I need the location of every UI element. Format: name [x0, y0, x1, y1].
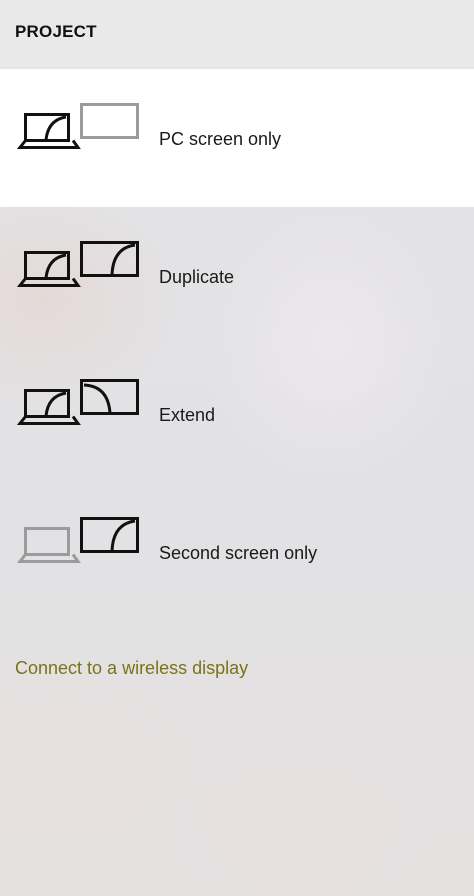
option-second-screen-only[interactable]: Second screen only: [0, 483, 474, 621]
option-pc-screen-only[interactable]: PC screen only: [0, 69, 474, 207]
option-duplicate[interactable]: Duplicate: [0, 207, 474, 345]
panel-header: PROJECT: [0, 0, 474, 67]
second-screen-only-icon: [16, 517, 139, 563]
option-extend[interactable]: Extend: [0, 345, 474, 483]
connect-wireless-display-link[interactable]: Connect to a wireless display: [15, 658, 248, 679]
option-label: Duplicate: [159, 267, 235, 287]
option-label: Extend: [159, 405, 216, 425]
pc-screen-only-icon: [16, 103, 139, 149]
duplicate-icon: [16, 241, 139, 287]
option-label: Second screen only: [159, 543, 318, 563]
option-label: PC screen only: [159, 129, 282, 149]
panel-title: PROJECT: [15, 22, 97, 41]
extend-icon: [16, 379, 139, 425]
